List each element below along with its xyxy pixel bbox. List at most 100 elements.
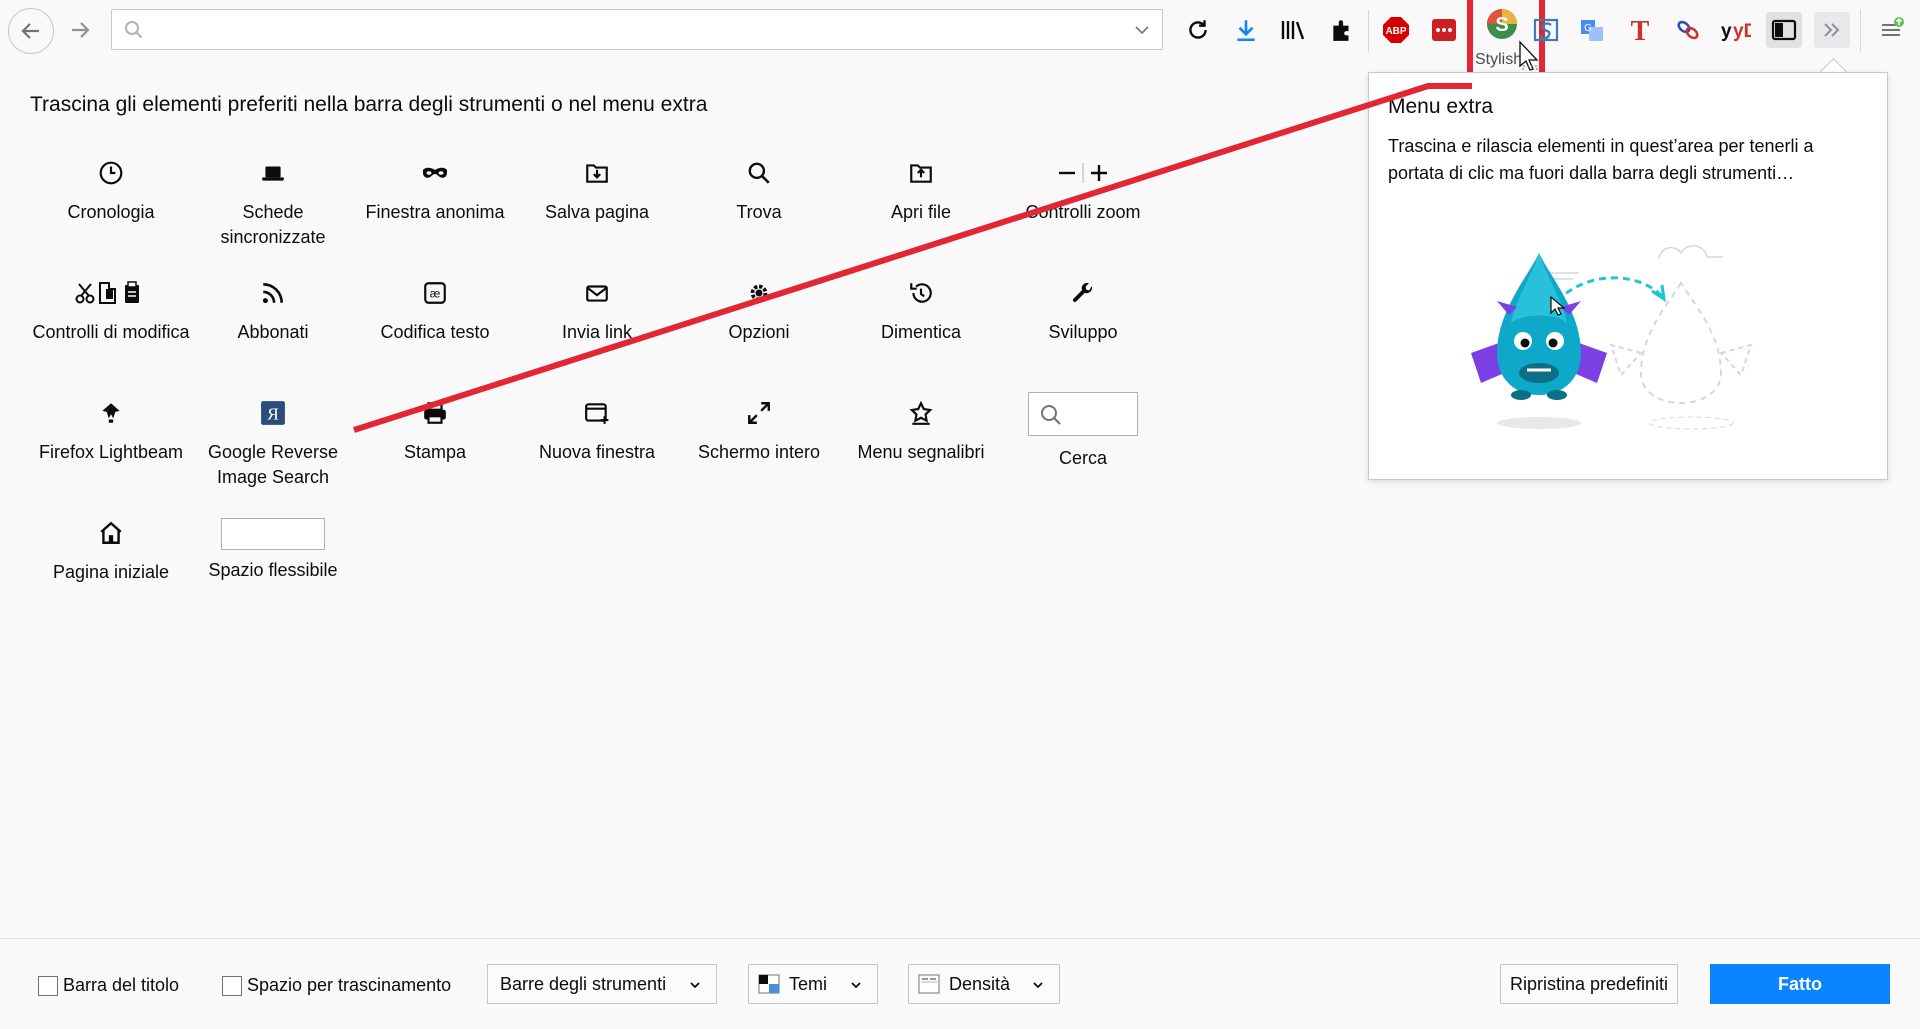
chevron-down-icon: [1033, 982, 1043, 989]
toolbar-separator: [1860, 10, 1861, 52]
toolbars-dropdown[interactable]: Barre degli strumenti: [487, 964, 717, 1004]
palette-item-label: Apri file: [890, 202, 952, 222]
svg-text:æ: æ: [430, 286, 441, 300]
restore-defaults-button[interactable]: Ripristina predefiniti: [1500, 964, 1678, 1004]
palette-item-label: Abbonati: [237, 322, 309, 342]
palette-item-developer[interactable]: Sviluppo: [1002, 276, 1164, 345]
flexible-space-widget[interactable]: [221, 518, 325, 550]
palette-item-label: Dimentica: [880, 322, 962, 342]
palette-item-label: Controlli di modifica: [32, 322, 190, 342]
stylish-icon: S: [1487, 9, 1517, 39]
palette-item-synced-tabs[interactable]: Schede sincronizzate: [192, 156, 354, 250]
palette-item-google-reverse-image-search[interactable]: Я Google Reverse Image Search: [192, 396, 354, 490]
themes-dropdown[interactable]: Temi: [748, 964, 878, 1004]
zoom-controls-icon: [1059, 163, 1107, 183]
palette-item-edit-controls[interactable]: Controlli di modifica: [30, 276, 192, 345]
drag-space-checkbox[interactable]: Spazio per trascinamento: [222, 975, 451, 996]
svg-text:S: S: [1495, 14, 1508, 36]
palette-item-forget[interactable]: Dimentica: [840, 276, 1002, 345]
downloads-button[interactable]: [1228, 12, 1264, 48]
extensions-button[interactable]: [1324, 12, 1360, 48]
checkbox-box[interactable]: [222, 975, 242, 996]
palette-item-label: Cronologia: [67, 202, 155, 222]
density-dropdown[interactable]: Densità: [908, 964, 1060, 1004]
t-extension-button[interactable]: T: [1622, 12, 1658, 48]
svg-text:y: y: [1721, 21, 1732, 42]
palette-item-find[interactable]: Trova: [678, 156, 840, 225]
svg-text:G: G: [1584, 23, 1592, 34]
palette-item-open-file[interactable]: Apri file: [840, 156, 1002, 225]
palette-item-lightbeam[interactable]: Firefox Lightbeam: [30, 396, 192, 465]
palette-item-search[interactable]: Cerca: [1002, 392, 1164, 471]
search-icon: [748, 162, 770, 184]
palette-item-save-page[interactable]: Salva pagina: [516, 156, 678, 225]
chevron-down-icon[interactable]: [1134, 22, 1150, 38]
url-input[interactable]: [156, 16, 1120, 44]
email-icon: [586, 285, 608, 302]
svg-text:T: T: [1631, 16, 1650, 44]
density-icon: [918, 974, 940, 994]
t-icon: T: [1631, 16, 1650, 44]
palette-item-label: Spazio flessibile: [208, 560, 338, 580]
stylish-button[interactable]: S: [1484, 6, 1520, 42]
search-widget[interactable]: [1028, 392, 1138, 436]
palette-item-email-link[interactable]: Invia link: [516, 276, 678, 345]
palette-item-label: Finestra anonima: [365, 202, 505, 222]
density-label: Densità: [949, 973, 1011, 994]
palette-item-label: Cerca: [1058, 448, 1107, 468]
sidebar-button[interactable]: [1766, 12, 1802, 48]
palette-item-private-window[interactable]: Finestra anonima: [354, 156, 516, 225]
palette-item-zoom-controls[interactable]: Controlli zoom: [1002, 156, 1164, 225]
save-page-icon: [586, 164, 608, 183]
lastpass-button[interactable]: [1426, 12, 1462, 48]
library-button[interactable]: [1276, 12, 1312, 48]
clock-icon: [99, 161, 123, 185]
palette-item-home[interactable]: Pagina iniziale: [30, 516, 192, 585]
title-bar-checkbox[interactable]: Barra del titolo: [38, 975, 179, 996]
done-button[interactable]: Fatto: [1710, 964, 1890, 1004]
back-button[interactable]: [8, 8, 54, 54]
navigation-toolbar: ABP S G T y yD Stylish: [0, 0, 1920, 88]
adblock-plus-icon: ABP: [1383, 17, 1409, 43]
chevron-down-icon: [851, 982, 861, 989]
menu-button[interactable]: [1873, 12, 1909, 48]
yandex-dictionary-button[interactable]: y yD: [1718, 12, 1754, 48]
palette-item-print[interactable]: Stampa: [354, 396, 516, 465]
palette-item-label: Invia link: [561, 322, 633, 342]
palette-item-text-encoding[interactable]: æ Codifica testo: [354, 276, 516, 345]
palette-item-label: Trova: [736, 202, 782, 222]
sidebar-icon: [1771, 19, 1797, 41]
adblock-plus-button[interactable]: ABP: [1378, 12, 1414, 48]
panel-description: Trascina e rilascia elementi in quest’ar…: [1388, 136, 1814, 183]
yandex-dictionary-icon: y yD: [1721, 21, 1751, 42]
svg-text:Я: Я: [267, 405, 279, 424]
translate-button[interactable]: G: [1574, 12, 1610, 48]
overflow-menu-panel[interactable]: Menu extra Trascina e rilascia elementi …: [1368, 72, 1888, 480]
palette-item-history[interactable]: Cronologia: [30, 156, 192, 225]
palette-item-label: Nuova finestra: [538, 442, 656, 462]
search-icon: [125, 21, 143, 39]
forward-button[interactable]: [58, 8, 102, 52]
reload-icon: [1189, 20, 1207, 39]
palette-item-label: Schermo intero: [697, 442, 821, 462]
reload-button[interactable]: [1180, 12, 1216, 48]
themes-label: Temi: [789, 973, 828, 994]
fullscreen-icon: [748, 402, 770, 424]
toolbar-separator: [1368, 10, 1369, 52]
print-icon: [424, 402, 446, 424]
back-icon: [21, 23, 39, 39]
palette-item-feeds[interactable]: Abbonati: [192, 276, 354, 345]
palette-item-bookmarks-menu[interactable]: Menu segnalibri: [840, 396, 1002, 465]
checkbox-box[interactable]: [38, 975, 58, 996]
palette-item-flexible-space[interactable]: Spazio flessibile: [192, 516, 354, 583]
palette-item-new-window[interactable]: Nuova finestra: [516, 396, 678, 465]
overflow-button[interactable]: [1814, 12, 1850, 48]
drag-space-label: Spazio per trascinamento: [247, 975, 452, 995]
stylish-tooltip: Stylish: [1475, 51, 1523, 68]
link-extension-button[interactable]: [1670, 12, 1706, 48]
palette-item-options[interactable]: Opzioni: [678, 276, 840, 345]
url-bar[interactable]: [111, 9, 1163, 50]
palette-item-fullscreen[interactable]: Schermo intero: [678, 396, 840, 465]
palette-item-label: Sviluppo: [1048, 322, 1118, 342]
lastpass-icon: [1432, 19, 1456, 41]
